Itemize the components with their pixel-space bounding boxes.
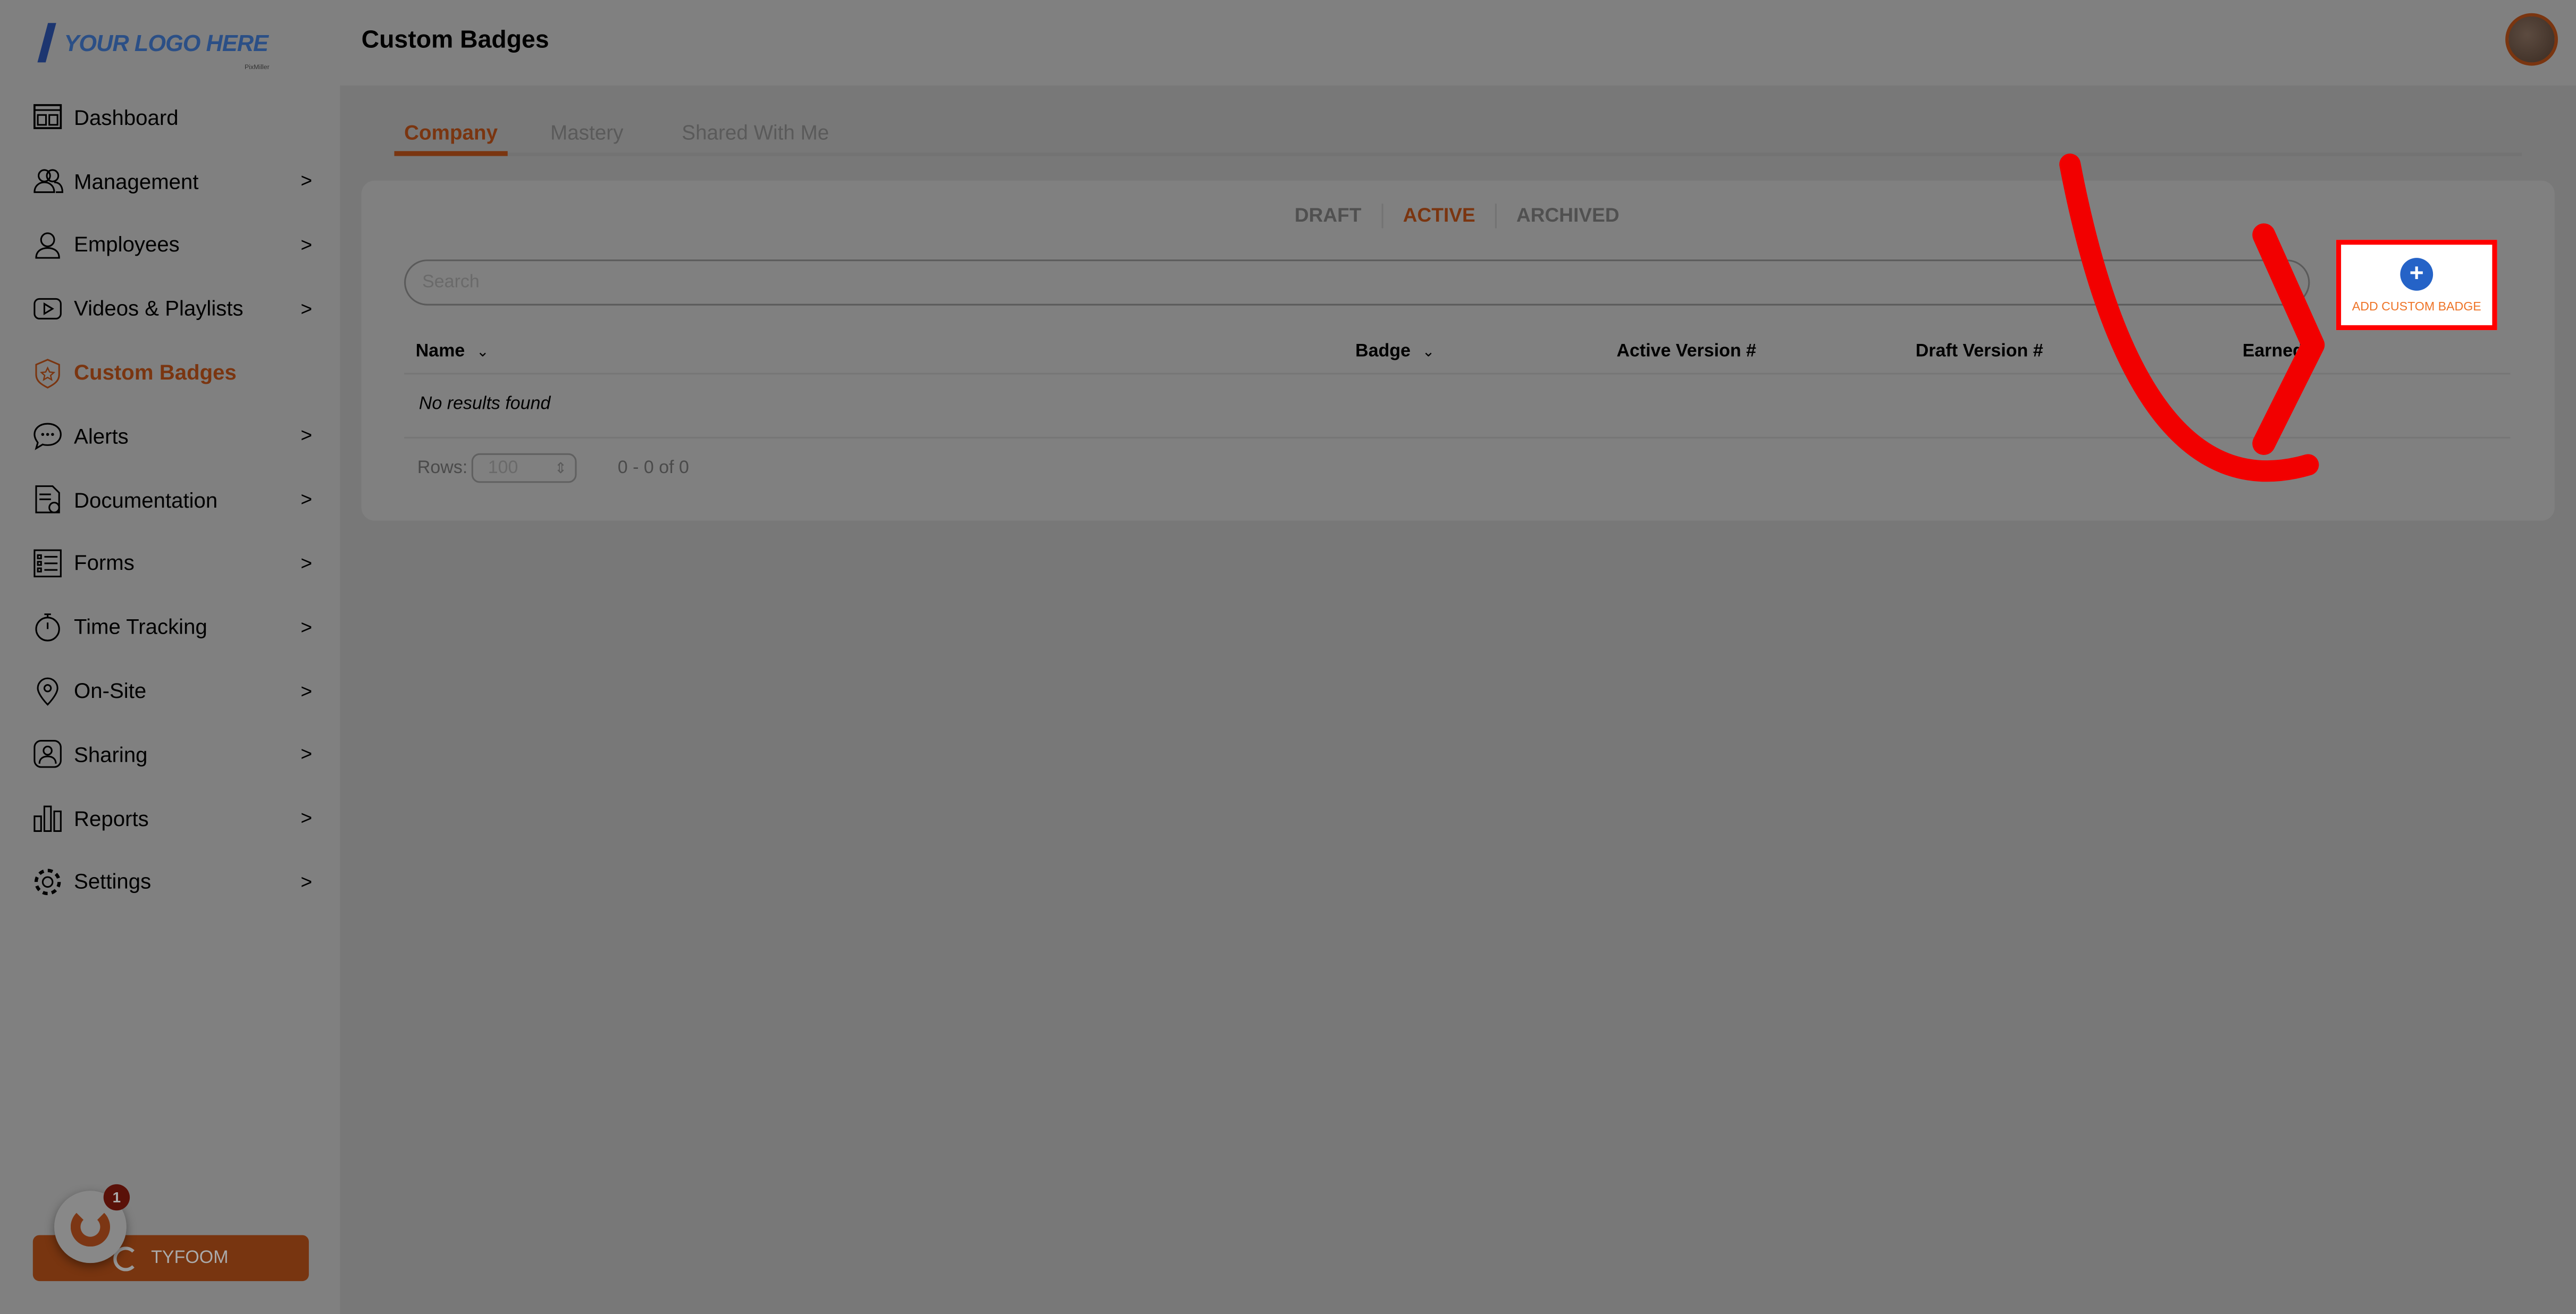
sidebar-item-custom-badges[interactable]: Custom Badges — [0, 340, 340, 404]
chevron-right-icon: > — [300, 743, 313, 766]
badge-icon — [35, 358, 60, 388]
sidebar-item-management[interactable]: Management > — [0, 149, 340, 213]
dashboard-icon — [33, 105, 62, 130]
sidebar-nav: Dashboard Management > Employees > Videos & P… — [0, 86, 340, 914]
bar-chart-icon — [33, 806, 62, 832]
badges-card — [361, 180, 2555, 521]
chevron-right-icon: > — [300, 169, 313, 193]
empty-state-text: No results found — [418, 394, 551, 414]
sidebar-item-alerts[interactable]: Alerts > — [0, 404, 340, 468]
chevron-right-icon: > — [300, 297, 313, 320]
chat-icon — [33, 423, 62, 451]
stopwatch-icon — [35, 613, 60, 641]
sidebar-item-label: Custom Badges — [74, 359, 237, 385]
tyfoom-label: TYFOOM — [151, 1248, 229, 1268]
divider — [404, 373, 2511, 375]
logo[interactable]: YOUR LOGO HERE PixMiller — [37, 23, 270, 75]
add-custom-badge-button[interactable]: + ADD CUSTOM BADGE — [2336, 240, 2497, 331]
sidebar-item-label: Settings — [74, 869, 152, 895]
chevron-right-icon: > — [300, 806, 313, 830]
chevron-right-icon: > — [300, 615, 313, 639]
column-header-draft-version[interactable]: Draft Version # — [1916, 342, 2043, 361]
logo-text: YOUR LOGO HERE — [64, 29, 269, 56]
divider — [1381, 204, 1383, 229]
document-icon — [35, 485, 60, 514]
users-icon — [33, 169, 63, 193]
form-list-icon — [33, 549, 62, 578]
sidebar-item-label: Dashboard — [74, 105, 179, 130]
add-custom-badge-label: ADD CUSTOM BADGE — [2352, 298, 2481, 313]
column-header-earned[interactable]: Earned — [2243, 342, 2304, 361]
sidebar-item-documentation[interactable]: Documentation > — [0, 468, 340, 532]
tab-bar: Company Mastery Shared With Me — [394, 118, 2522, 156]
chevron-right-icon: > — [300, 679, 313, 703]
app-root: YOUR LOGO HERE PixMiller Dashboard Manage… — [0, 0, 2576, 1314]
sidebar-item-dashboard[interactable]: Dashboard — [0, 86, 340, 149]
gear-icon — [34, 869, 61, 895]
logo-subtext: PixMiller — [245, 62, 270, 71]
divider — [1495, 204, 1497, 229]
sidebar-item-label: Forms — [74, 551, 135, 576]
pagination-range: 0 - 0 of 0 — [617, 458, 689, 478]
sidebar-item-on-site[interactable]: On-Site > — [0, 659, 340, 723]
sidebar-item-videos-playlists[interactable]: Videos & Playlists > — [0, 276, 340, 340]
column-header-badge[interactable]: Badge ⌄ — [1355, 342, 1434, 361]
tab-company[interactable]: Company — [394, 122, 508, 156]
sidebar-item-label: Management — [74, 169, 199, 193]
filter-active[interactable]: ACTIVE — [1403, 204, 1475, 226]
logo-mark — [37, 23, 56, 63]
column-header-name[interactable]: Name ⌄ — [416, 342, 489, 361]
tyfoom-swirl-icon — [70, 1207, 111, 1247]
location-pin-icon — [37, 677, 58, 705]
search-input[interactable] — [404, 259, 2310, 306]
sidebar-item-label: Documentation — [74, 487, 218, 512]
user-icon — [35, 232, 60, 259]
sidebar-item-sharing[interactable]: Sharing > — [0, 722, 340, 786]
sidebar-item-time-tracking[interactable]: Time Tracking > — [0, 595, 340, 659]
divider — [404, 436, 2511, 439]
avatar[interactable] — [2505, 13, 2558, 66]
rows-per-page-select[interactable]: 100 ⇕ — [471, 453, 577, 483]
sidebar: YOUR LOGO HERE PixMiller Dashboard Manage… — [0, 0, 340, 1314]
sidebar-item-label: Videos & Playlists — [74, 296, 244, 321]
sidebar-item-label: On-Site — [74, 678, 147, 703]
page-title: Custom Badges — [361, 26, 549, 54]
chevron-down-icon: ⌄ — [1422, 343, 1435, 360]
filter-archived[interactable]: ARCHIVED — [1516, 204, 1620, 226]
plus-icon: + — [2400, 257, 2434, 290]
sidebar-item-label: Reports — [74, 806, 149, 831]
chevron-right-icon: > — [300, 488, 313, 511]
chevron-right-icon: > — [300, 552, 313, 575]
sidebar-item-forms[interactable]: Forms > — [0, 532, 340, 595]
chevron-right-icon: > — [300, 233, 313, 256]
column-header-active-version[interactable]: Active Version # — [1616, 342, 1756, 361]
chevron-right-icon: > — [300, 424, 313, 448]
share-user-icon — [33, 740, 62, 769]
notification-badge: 1 — [103, 1184, 130, 1211]
tab-shared-with-me[interactable]: Shared With Me — [682, 122, 829, 145]
tab-mastery[interactable]: Mastery — [550, 122, 623, 145]
up-down-icon: ⇕ — [554, 460, 567, 477]
sidebar-item-label: Sharing — [74, 742, 148, 767]
sidebar-item-employees[interactable]: Employees > — [0, 213, 340, 276]
rows-label: Rows: — [417, 458, 468, 478]
play-icon — [33, 298, 62, 319]
sidebar-item-label: Time Tracking — [74, 614, 207, 639]
sidebar-item-settings[interactable]: Settings > — [0, 850, 340, 914]
chevron-down-icon: ⌄ — [476, 343, 489, 360]
sidebar-item-reports[interactable]: Reports > — [0, 786, 340, 850]
filter-draft[interactable]: DRAFT — [1295, 204, 1362, 226]
sidebar-item-label: Employees — [74, 232, 180, 257]
sidebar-item-label: Alerts — [74, 423, 129, 449]
chevron-right-icon: > — [300, 870, 313, 894]
